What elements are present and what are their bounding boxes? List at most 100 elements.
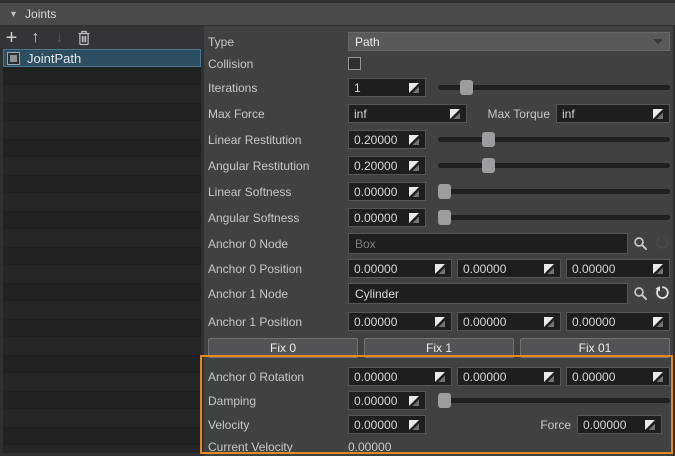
- drag-value-icon[interactable]: [408, 134, 420, 146]
- anchor0-node-input[interactable]: [348, 233, 628, 254]
- drag-value-icon[interactable]: [644, 419, 656, 431]
- type-value: Path: [355, 35, 380, 49]
- drag-value-icon[interactable]: [543, 371, 555, 383]
- iterations-slider[interactable]: [438, 80, 670, 95]
- search-icon: [633, 236, 648, 251]
- anchor1-position-z-field[interactable]: 0.00000: [566, 312, 670, 331]
- linear-restitution-label: Linear Restitution: [208, 133, 348, 147]
- drag-value-icon[interactable]: [652, 108, 664, 120]
- drag-value-icon[interactable]: [434, 371, 446, 383]
- max-torque-label: Max Torque: [488, 107, 550, 121]
- drag-value-icon[interactable]: [543, 316, 555, 328]
- joints-panel: ▾ Joints + ↑ ↓ JointPath Type Path: [0, 0, 675, 456]
- drag-value-icon[interactable]: [652, 263, 664, 275]
- anchor1-node-pick-button[interactable]: [632, 285, 649, 302]
- max-force-label: Max Force: [208, 107, 348, 121]
- anchor1-position-y-field[interactable]: 0.00000: [457, 312, 561, 331]
- anchor1-node-reset-button[interactable]: [653, 285, 670, 302]
- drag-value-icon[interactable]: [408, 419, 420, 431]
- collapse-icon[interactable]: ▾: [11, 9, 16, 20]
- linear-softness-field[interactable]: 0.00000: [348, 182, 426, 201]
- fix-1-button[interactable]: Fix 1: [364, 338, 514, 358]
- anchor0-rotation-x-field[interactable]: 0.00000: [348, 367, 452, 386]
- slider-handle[interactable]: [438, 393, 451, 408]
- panel-title: Joints: [25, 7, 56, 21]
- angular-restitution-slider[interactable]: [438, 158, 670, 173]
- search-icon: [633, 286, 648, 301]
- linear-restitution-field[interactable]: 0.20000: [348, 130, 426, 149]
- anchor0-node-label: Anchor 0 Node: [208, 237, 348, 251]
- drag-value-icon[interactable]: [408, 212, 420, 224]
- damping-slider[interactable]: [438, 393, 670, 408]
- velocity-label: Velocity: [208, 418, 348, 432]
- drag-value-icon[interactable]: [449, 108, 461, 120]
- slider-handle[interactable]: [482, 158, 495, 173]
- angular-softness-label: Angular Softness: [208, 211, 348, 225]
- angular-restitution-field[interactable]: 0.20000: [348, 156, 426, 175]
- list-toolbar: + ↑ ↓: [0, 27, 204, 49]
- panel-header[interactable]: ▾ Joints: [0, 3, 675, 25]
- anchor0-node-pick-button[interactable]: [632, 235, 649, 252]
- collision-label: Collision: [208, 57, 348, 71]
- drag-value-icon[interactable]: [434, 316, 446, 328]
- anchor1-position-x-field[interactable]: 0.00000: [348, 312, 452, 331]
- anchor0-rotation-y-field[interactable]: 0.00000: [457, 367, 561, 386]
- anchor0-position-z-field[interactable]: 0.00000: [566, 259, 670, 278]
- drag-value-icon[interactable]: [408, 82, 420, 94]
- drag-value-icon[interactable]: [434, 263, 446, 275]
- angular-softness-field[interactable]: 0.00000: [348, 208, 426, 227]
- current-velocity-label: Current Velocity: [208, 440, 348, 454]
- anchor0-rotation-z-field[interactable]: 0.00000: [566, 367, 670, 386]
- list-item[interactable]: JointPath: [3, 49, 201, 67]
- anchor1-node-label: Anchor 1 Node: [208, 287, 348, 301]
- slider-handle[interactable]: [460, 80, 473, 95]
- current-velocity-value: 0.00000: [348, 440, 391, 454]
- add-joint-button[interactable]: +: [3, 29, 20, 47]
- anchor0-rotation-label: Anchor 0 Rotation: [208, 370, 348, 384]
- drag-value-icon[interactable]: [543, 263, 555, 275]
- damping-label: Damping: [208, 394, 348, 408]
- linear-softness-slider[interactable]: [438, 184, 670, 199]
- drag-value-icon[interactable]: [408, 395, 420, 407]
- linear-restitution-slider[interactable]: [438, 132, 670, 147]
- anchor0-node-reset-button[interactable]: [653, 235, 670, 252]
- slider-track[interactable]: [438, 215, 670, 220]
- anchor1-node-input[interactable]: [348, 283, 628, 304]
- move-up-button[interactable]: ↑: [27, 29, 44, 47]
- delete-joint-button[interactable]: [75, 29, 92, 47]
- force-field[interactable]: 0.00000: [577, 415, 662, 434]
- drag-value-icon[interactable]: [408, 160, 420, 172]
- fix-0-button[interactable]: Fix 0: [208, 338, 358, 358]
- anchor0-position-y-field[interactable]: 0.00000: [457, 259, 561, 278]
- slider-handle[interactable]: [482, 132, 495, 147]
- joint-name: JointPath: [27, 51, 81, 66]
- joint-checkbox-icon[interactable]: [7, 52, 20, 65]
- force-label: Force: [540, 418, 571, 432]
- slider-handle[interactable]: [438, 210, 451, 225]
- undo-icon: [654, 236, 669, 251]
- fix-01-button[interactable]: Fix 01: [520, 338, 670, 358]
- linear-softness-label: Linear Softness: [208, 185, 348, 199]
- slider-track[interactable]: [438, 398, 670, 403]
- collision-checkbox[interactable]: [348, 57, 361, 70]
- damping-field[interactable]: 0.00000: [348, 391, 426, 410]
- slider-handle[interactable]: [438, 184, 451, 199]
- anchor1-position-label: Anchor 1 Position: [208, 315, 348, 329]
- slider-track[interactable]: [438, 189, 670, 194]
- iterations-field[interactable]: 1: [348, 78, 426, 97]
- angular-softness-slider[interactable]: [438, 210, 670, 225]
- drag-value-icon[interactable]: [408, 186, 420, 198]
- slider-track[interactable]: [438, 137, 670, 142]
- type-dropdown[interactable]: Path: [348, 32, 670, 51]
- slider-track[interactable]: [438, 163, 670, 168]
- move-down-button[interactable]: ↓: [51, 29, 68, 47]
- drag-value-icon[interactable]: [652, 316, 664, 328]
- velocity-field[interactable]: 0.00000: [348, 415, 426, 434]
- drag-value-icon[interactable]: [652, 371, 664, 383]
- anchor0-position-label: Anchor 0 Position: [208, 262, 348, 276]
- joint-list[interactable]: JointPath: [3, 49, 201, 453]
- anchor0-position-x-field[interactable]: 0.00000: [348, 259, 452, 278]
- max-force-field[interactable]: inf: [348, 104, 467, 123]
- undo-icon: [654, 286, 669, 301]
- max-torque-field[interactable]: inf: [556, 104, 670, 123]
